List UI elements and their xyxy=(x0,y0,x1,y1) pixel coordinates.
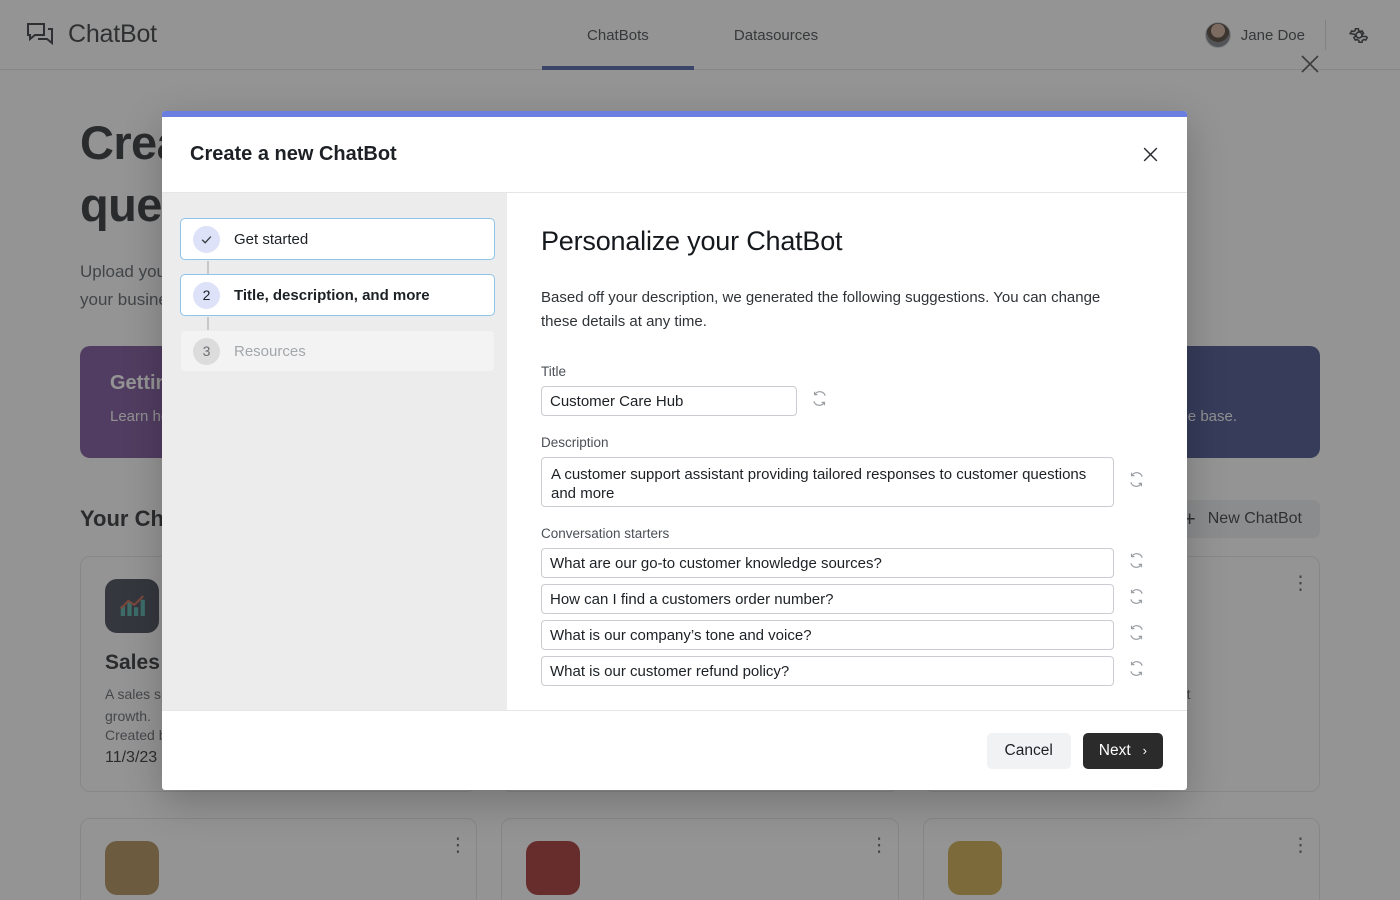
next-button-label: Next xyxy=(1098,741,1131,759)
starter-row-3: What is our company’s tone and voice? xyxy=(541,620,1145,650)
refresh-icon xyxy=(813,391,826,406)
step-bullet-2: 2 xyxy=(193,281,220,309)
check-icon xyxy=(201,235,212,244)
starter-row-4: What is our customer refund policy? xyxy=(541,656,1145,686)
regenerate-starter-4-button[interactable] xyxy=(1128,660,1145,682)
starter-input-2[interactable]: How can I find a customers order number? xyxy=(541,584,1114,614)
description-label: Description xyxy=(541,435,609,450)
content-paragraph: Based off your description, we generated… xyxy=(541,289,1101,330)
dialog-content-wrap: Personalize your ChatBot Based off your … xyxy=(507,193,1187,710)
title-input[interactable]: Customer Care Hub xyxy=(541,386,797,416)
refresh-icon xyxy=(1130,553,1143,568)
create-chatbot-dialog: Create a new ChatBot Get started 2 Title… xyxy=(162,111,1187,790)
refresh-icon xyxy=(1130,625,1143,640)
starter-row-2: How can I find a customers order number? xyxy=(541,584,1145,614)
chevron-right-icon: › xyxy=(1142,743,1147,758)
regenerate-starter-1-button[interactable] xyxy=(1128,552,1145,574)
dialog-content-scroll[interactable]: Personalize your ChatBot Based off your … xyxy=(507,193,1187,710)
next-button[interactable]: Next › xyxy=(1082,732,1163,769)
regenerate-starter-2-button[interactable] xyxy=(1128,588,1145,610)
refresh-icon xyxy=(1130,472,1143,487)
step-get-started[interactable]: Get started xyxy=(180,218,495,275)
regenerate-starter-3-button[interactable] xyxy=(1128,624,1145,646)
step-resources[interactable]: 3 Resources xyxy=(180,330,495,372)
refresh-icon xyxy=(1130,589,1143,604)
regenerate-title-button[interactable] xyxy=(811,390,828,412)
title-field-row: Customer Care Hub xyxy=(541,386,1145,416)
wizard-stepper: Get started 2 Title, description, and mo… xyxy=(162,193,507,710)
step-title-description[interactable]: 2 Title, description, and more xyxy=(180,274,495,331)
dialog-close-button[interactable] xyxy=(1135,140,1165,170)
starter-input-1[interactable]: What are our go-to customer knowledge so… xyxy=(541,548,1114,578)
refresh-icon xyxy=(1130,661,1143,676)
step-label: Get started xyxy=(234,230,309,248)
step-label: Title, description, and more xyxy=(234,286,430,304)
starter-input-3[interactable]: What is our company’s tone and voice? xyxy=(541,620,1114,650)
avatar-label: Avatar xyxy=(541,705,1145,710)
title-label: Title xyxy=(541,364,567,379)
step-bullet-check xyxy=(193,225,220,253)
close-icon xyxy=(1143,147,1157,162)
step-label: Resources xyxy=(234,342,306,360)
dialog-title: Create a new ChatBot xyxy=(190,143,397,165)
description-input[interactable]: A customer support assistant providing t… xyxy=(541,457,1114,507)
starters-label: Conversation starters xyxy=(541,526,670,541)
starter-input-4[interactable]: What is our customer refund policy? xyxy=(541,656,1114,686)
cancel-button[interactable]: Cancel xyxy=(986,732,1071,769)
step-bullet-3: 3 xyxy=(193,337,220,365)
dialog-body: Get started 2 Title, description, and mo… xyxy=(162,193,1187,710)
dialog-footer: Cancel Next › xyxy=(162,710,1187,790)
dialog-header: Create a new ChatBot xyxy=(162,117,1187,193)
description-field-row: A customer support assistant providing t… xyxy=(541,457,1145,507)
regenerate-description-button[interactable] xyxy=(1128,471,1145,493)
content-heading: Personalize your ChatBot xyxy=(541,226,843,256)
starter-row-1: What are our go-to customer knowledge so… xyxy=(541,548,1145,578)
